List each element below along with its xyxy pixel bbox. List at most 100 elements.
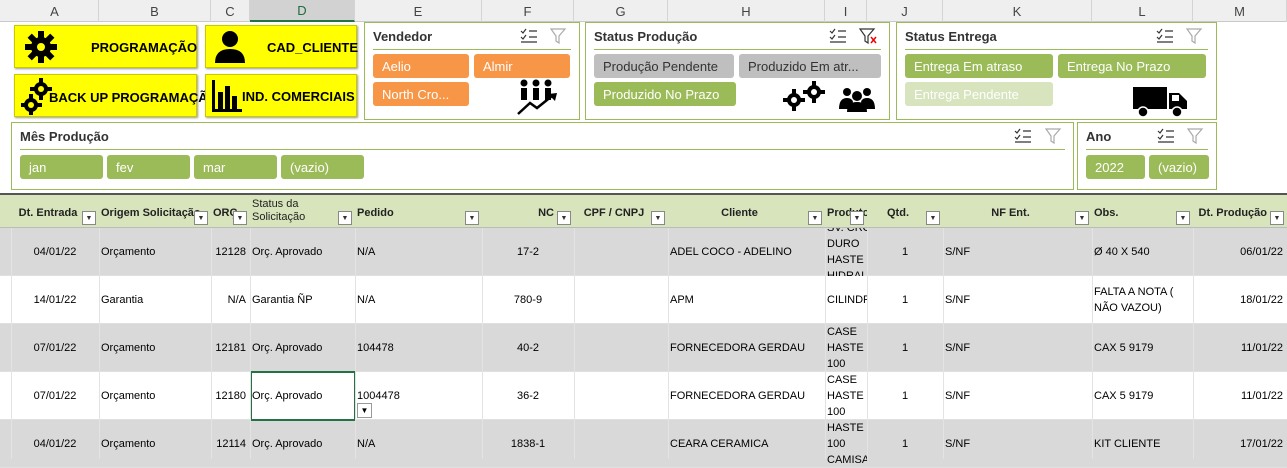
table-cell[interactable]: Orçamento — [99, 228, 211, 276]
table-cell[interactable]: 1 — [867, 276, 943, 324]
clear-filter-icon[interactable] — [1186, 127, 1206, 145]
table-cell[interactable]: S/NF — [943, 324, 1092, 372]
slicer-item[interactable]: Almir — [474, 54, 570, 78]
table-cell[interactable]: N/A — [355, 276, 482, 324]
filter-dropdown-icon[interactable]: ▼ — [194, 211, 208, 225]
filter-dropdown-icon[interactable]: ▼ — [1075, 211, 1089, 225]
filter-dropdown-icon[interactable]: ▼ — [82, 211, 96, 225]
table-cell[interactable]: S/NF — [943, 372, 1092, 420]
clear-filter-icon[interactable] — [1185, 27, 1205, 45]
multi-select-icon[interactable] — [1155, 27, 1175, 45]
slicer-item[interactable]: Entrega Pendente — [905, 82, 1053, 106]
table-cell[interactable]: 14/01/22 — [11, 276, 99, 324]
clear-filter-icon[interactable] — [1044, 127, 1064, 145]
filter-dropdown-icon[interactable]: ▼ — [926, 211, 940, 225]
table-cell[interactable]: Orçamento — [99, 420, 211, 468]
table-cell[interactable]: ADEL COCO - ADELINO — [668, 228, 825, 276]
table-cell[interactable]: S/NF — [943, 228, 1092, 276]
table-cell[interactable]: Garantia — [99, 276, 211, 324]
table-cell[interactable]: 07/01/22 — [11, 324, 99, 372]
column-header-l[interactable]: L — [1092, 0, 1193, 22]
filter-dropdown-icon[interactable]: ▼ — [233, 211, 247, 225]
column-header-m[interactable]: M — [1193, 0, 1287, 22]
table-cell[interactable]: 104478 — [355, 324, 482, 372]
table-cell[interactable]: 04/01/22 — [11, 228, 99, 276]
table-row[interactable]: 07/01/22 Orçamento 12181 Orç. Aprovado 10447… — [0, 324, 1287, 372]
table-row[interactable]: 14/01/22 Garantia N/A Garantia ÑP N/A 780-9 AP… — [0, 276, 1287, 324]
filter-dropdown-icon[interactable]: ▼ — [1270, 211, 1284, 225]
column-header-e[interactable]: E — [355, 0, 482, 22]
table-cell[interactable]: CAX 5 9179 — [1092, 372, 1193, 420]
table-cell[interactable]: SV. CROMO DURO HASTE HIDRAULICA — [825, 228, 867, 276]
table-cell[interactable]: KIT CLIENTE — [1092, 420, 1193, 468]
table-cell[interactable] — [574, 324, 668, 372]
slicer-item[interactable]: (vazio) — [1149, 155, 1209, 179]
table-cell[interactable]: 12128 — [211, 228, 250, 276]
selected-cell[interactable] — [250, 371, 356, 421]
table-cell[interactable]: S/NF — [943, 276, 1092, 324]
clear-filter-icon[interactable] — [549, 27, 569, 45]
table-cell[interactable]: CEARA CERAMICA — [668, 420, 825, 468]
filter-dropdown-icon[interactable]: ▼ — [651, 211, 665, 225]
table-cell[interactable]: Orç. Aprovado — [250, 324, 355, 372]
table-cell[interactable]: FORNECEDORA GERDAU — [668, 324, 825, 372]
slicer-item[interactable]: Produzido No Prazo — [594, 82, 736, 106]
table-cell[interactable]: CILINDRO — [825, 276, 867, 324]
table-cell[interactable]: 1 — [867, 420, 943, 468]
slicer-item[interactable]: Produção Pendente — [594, 54, 734, 78]
column-header-k[interactable]: K — [943, 0, 1092, 22]
table-cell[interactable]: 06/01/22 — [1193, 228, 1287, 276]
table-cell[interactable]: 1004478 — [355, 372, 482, 420]
slicer-item[interactable]: North Cro... — [373, 82, 469, 106]
filter-dropdown-icon[interactable]: ▼ — [1176, 211, 1190, 225]
column-header-d[interactable]: D — [250, 0, 355, 22]
slicer-item[interactable]: fev — [107, 155, 190, 179]
table-cell[interactable]: 17/01/22 — [1193, 420, 1287, 468]
table-cell[interactable]: CAX 5 9179 — [1092, 324, 1193, 372]
multi-select-icon[interactable] — [828, 27, 848, 45]
table-cell[interactable]: CILINDRO NCR CASE HASTE 100 CAMISA 145 — [825, 324, 867, 372]
column-header-h[interactable]: H — [668, 0, 825, 22]
table-cell[interactable]: FORNECEDORA GERDAU — [668, 372, 825, 420]
slicer-item[interactable]: Entrega Em atraso — [905, 54, 1053, 78]
slicer-item[interactable]: (vazio) — [281, 155, 364, 179]
column-header-i[interactable]: I — [825, 0, 867, 22]
filter-dropdown-icon[interactable]: ▼ — [557, 211, 571, 225]
slicer-item[interactable]: 2022 — [1086, 155, 1145, 179]
table-cell[interactable]: 12114 — [211, 420, 250, 468]
filter-dropdown-icon[interactable]: ▼ — [465, 211, 479, 225]
table-row[interactable]: 04/01/22 Orçamento 12114 Orç. Aprovado N/A 18… — [0, 420, 1287, 468]
column-header-j[interactable]: J — [867, 0, 943, 22]
table-cell[interactable]: 11/01/22 — [1193, 324, 1287, 372]
backup-programacao-button[interactable]: BACK UP PROGRAMAÇÃO — [14, 74, 218, 117]
slicer-item[interactable]: Produzido Em atr... — [739, 54, 881, 78]
multi-select-icon[interactable] — [1156, 127, 1176, 145]
slicer-item[interactable]: Aelio — [373, 54, 469, 78]
slicer-item[interactable]: Entrega No Prazo — [1058, 54, 1206, 78]
cad-cliente-button[interactable]: CAD_CLIENTE — [205, 25, 358, 68]
table-cell[interactable]: N/A — [355, 420, 482, 468]
table-cell[interactable]: 04/01/22 — [11, 420, 99, 468]
filter-dropdown-icon[interactable]: ▼ — [850, 211, 864, 225]
table-cell[interactable]: 1838-1 — [482, 420, 574, 468]
table-cell[interactable]: N/A — [355, 228, 482, 276]
table-cell[interactable]: Orç. Aprovado — [250, 228, 355, 276]
cell-dropdown-icon[interactable]: ▼ — [357, 403, 372, 418]
table-cell[interactable]: Orç. Aprovado — [250, 420, 355, 468]
table-cell[interactable]: 12181 — [211, 324, 250, 372]
column-header-f[interactable]: F — [482, 0, 574, 22]
table-cell[interactable]: 1 — [867, 372, 943, 420]
slicer-item[interactable]: mar — [194, 155, 277, 179]
table-cell[interactable]: N/A — [211, 276, 250, 324]
table-cell[interactable]: 12180 — [211, 372, 250, 420]
ind-comerciais-button[interactable]: IND. COMERCIAIS — [205, 74, 357, 117]
column-header-a[interactable]: A — [11, 0, 99, 22]
table-cell[interactable]: 18/01/22 — [1193, 276, 1287, 324]
table-cell[interactable] — [574, 372, 668, 420]
table-cell[interactable]: Orçamento — [99, 372, 211, 420]
table-cell[interactable]: Ø 40 X 540 — [1092, 228, 1193, 276]
table-cell[interactable]: 07/01/22 — [11, 372, 99, 420]
slicer-item[interactable]: jan — [20, 155, 103, 179]
table-row[interactable]: 04/01/22 Orçamento 12128 Orç. Aprovado N/A 17… — [0, 228, 1287, 276]
table-cell[interactable] — [574, 276, 668, 324]
